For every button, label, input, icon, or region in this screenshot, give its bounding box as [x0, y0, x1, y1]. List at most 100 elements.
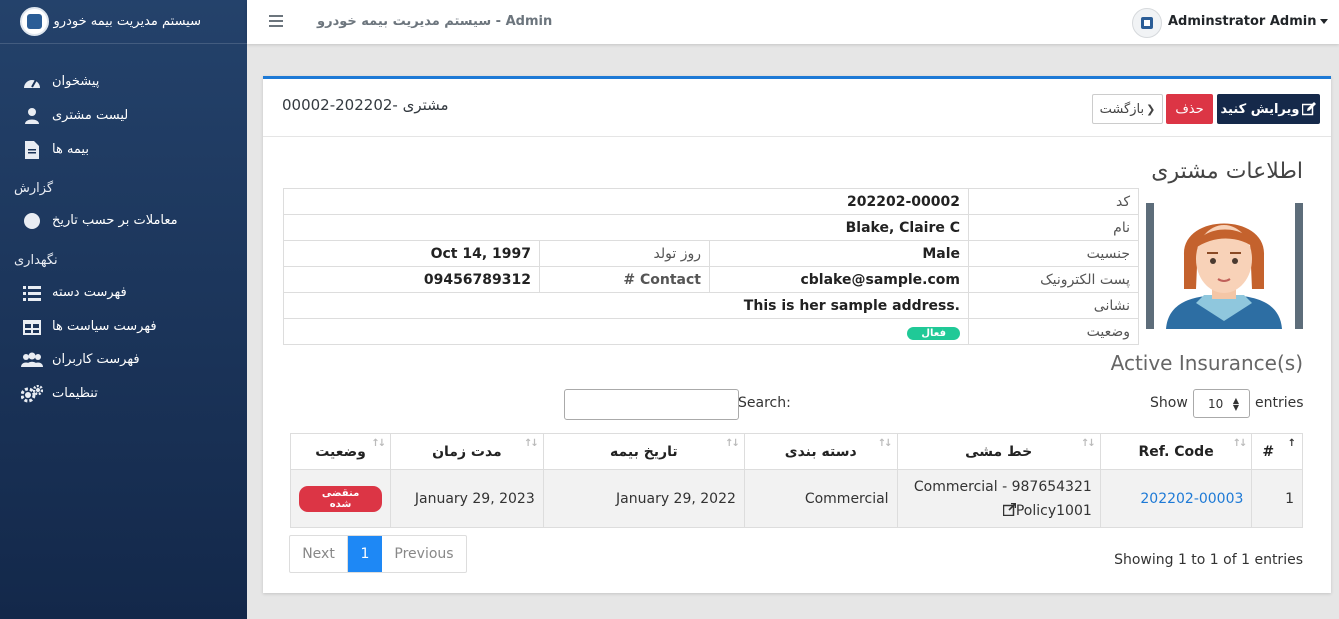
row-insurance-date: January 29, 2022 [542, 469, 745, 528]
page-length-value: 10 [1208, 396, 1224, 411]
chevron-right-icon: ❯ [1146, 102, 1156, 116]
sidebar-item-label: معاملات بر حسب تاریخ [52, 213, 178, 228]
hamburger-icon[interactable] [269, 15, 283, 27]
gender-label: جنسیت [968, 240, 1139, 267]
customer-card: مشتری -202202-00002 بازگشت ❯ حذف ویرایش … [263, 76, 1331, 593]
sidebar-item-categories[interactable]: فهرست دسته [0, 279, 247, 307]
sort-icon: ↑↓ [1081, 438, 1096, 449]
search-label: Search: [738, 395, 791, 411]
status-label: وضعیت [968, 318, 1139, 345]
edit-label: ویرایش کنید [1220, 101, 1300, 117]
customer-photo [1146, 203, 1303, 329]
table-info: Showing 1 to 1 of 1 entries [1114, 552, 1303, 568]
contact-label: Contact # [539, 266, 710, 293]
back-button[interactable]: بازگشت ❯ [1092, 94, 1163, 124]
column-header-ref-code[interactable]: Ref. Code ↑↓ [1099, 433, 1253, 470]
card-title: مشتری -202202-00002 [282, 96, 449, 114]
brand-title: سیستم مدیریت بیمه خودرو [53, 14, 201, 29]
customer-dob: Oct 14, 1997 [283, 240, 540, 267]
column-header-policy[interactable]: خط مشی ↑↓ [896, 433, 1101, 470]
name-label: نام [968, 214, 1139, 241]
dob-label: روز تولد [539, 240, 710, 267]
edit-button[interactable]: ویرایش کنید [1217, 94, 1320, 124]
column-header-insurance-date[interactable]: تاریخ بیمه ↑↓ [542, 433, 745, 470]
column-header-category[interactable]: دسته بندی ↑↓ [743, 433, 898, 470]
sidebar-item-users[interactable]: فهرست کاربران [0, 346, 247, 374]
code-label: کد [968, 188, 1139, 215]
email-label: پست الکترونیک [968, 266, 1139, 293]
list-icon [21, 282, 43, 304]
row-ref-code-cell: 202202-00003 [1099, 469, 1253, 528]
table-row: منقضی شده January 29, 2023 January 29, 2… [289, 469, 1303, 528]
row-policy-cell: Commercial - 987654321 Policy1001 [896, 469, 1101, 528]
row-policy-line2: Policy1001 [1015, 502, 1092, 519]
column-label: # [1262, 443, 1275, 460]
sidebar-item-label: فهرست سیاست ها [52, 319, 157, 334]
customer-code: 202202-00002 [283, 188, 969, 215]
customer-status-cell: فعال [283, 318, 969, 345]
delete-button[interactable]: حذف [1166, 94, 1213, 124]
sort-icon: ↑↓ [1232, 438, 1248, 449]
sidebar-item-policies[interactable]: فهرست سیاست ها [0, 313, 247, 341]
active-insurance-title: Active Insurance(s) [1110, 351, 1303, 375]
sidebar-item-insurances[interactable]: بیمه ها [0, 136, 247, 164]
page-header-title: سیستم مدیریت بیمه خودرو - Admin [317, 14, 553, 29]
address-label: نشانی [968, 292, 1139, 319]
external-link-icon [1002, 502, 1016, 516]
sort-icon: ↑↓ [371, 438, 386, 449]
sidebar-item-customers[interactable]: لیست مشتری [0, 102, 247, 130]
delete-label: حذف [1175, 101, 1204, 117]
user-icon [21, 105, 43, 127]
user-avatar[interactable] [1132, 8, 1162, 38]
page-length-select[interactable]: 10 ▲ ▼ [1193, 389, 1250, 418]
column-label: خط مشی [965, 443, 1033, 460]
status-badge: فعال [907, 326, 960, 340]
sort-icon: ↑↓ [877, 438, 893, 449]
sidebar-item-settings[interactable]: تنظیمات [0, 380, 247, 408]
sidebar-item-label: بیمه ها [52, 142, 89, 157]
caret-down-icon [1320, 19, 1329, 24]
customer-info-table: 202202-00002 کد Blake, Claire C نام Oct … [283, 188, 1139, 345]
sidebar-item-label: پیشخوان [52, 74, 100, 89]
pagination: Next 1 Previous [289, 535, 467, 573]
entries-label: entries [1255, 395, 1304, 411]
customer-info-title: اطلاعات مشتری [1151, 159, 1303, 184]
sidebar-item-label: لیست مشتری [52, 108, 129, 123]
row-index: 1 [1251, 469, 1303, 528]
back-label: بازگشت [1099, 101, 1145, 117]
column-label: Ref. Code [1138, 443, 1214, 460]
sidebar-item-label: تنظیمات [52, 386, 98, 401]
cogs-icon [21, 383, 43, 405]
edit-icon [1302, 102, 1317, 116]
column-label: مدت زمان [432, 443, 502, 460]
next-page-button[interactable]: Next [290, 536, 348, 572]
dashboard-icon [21, 71, 43, 93]
table-icon [21, 316, 43, 338]
customer-gender: Male [709, 240, 969, 267]
user-name: Adminstrator Admin [1168, 14, 1317, 29]
sort-asc-icon: ↑ [1287, 438, 1297, 449]
sidebar-brand[interactable]: سیستم مدیریت بیمه خودرو [0, 0, 247, 44]
row-policy-link[interactable]: Policy1001 [906, 499, 1092, 523]
search-input[interactable] [564, 389, 739, 420]
row-expiry: January 29, 2023 [390, 469, 544, 528]
sort-updown-icon: ▲ ▼ [1232, 396, 1239, 412]
page-1-button[interactable]: 1 [348, 536, 382, 572]
status-badge: منقضی شده [299, 485, 383, 512]
sidebar-item-dashboard[interactable]: پیشخوان [0, 68, 247, 96]
previous-page-button[interactable]: Previous [382, 536, 466, 572]
brand-logo [20, 7, 49, 36]
user-menu[interactable]: Adminstrator Admin [1168, 14, 1329, 29]
sidebar-item-transactions[interactable]: معاملات بر حسب تاریخ [0, 207, 247, 235]
row-category: Commercial [743, 469, 898, 528]
column-header-status[interactable]: وضعیت ↑↓ [289, 433, 392, 470]
circle-icon [21, 210, 43, 232]
column-header-index[interactable]: # ↑ [1251, 433, 1303, 470]
sidebar-section-report: گزارش [14, 181, 54, 196]
file-icon [21, 139, 43, 161]
column-label: دسته بندی [784, 443, 857, 460]
customer-name: Blake, Claire C [283, 214, 969, 241]
sort-icon: ↑↓ [523, 438, 539, 449]
ref-code-link[interactable]: 202202-00003 [1140, 491, 1243, 507]
column-header-expiry[interactable]: مدت زمان ↑↓ [390, 433, 544, 470]
